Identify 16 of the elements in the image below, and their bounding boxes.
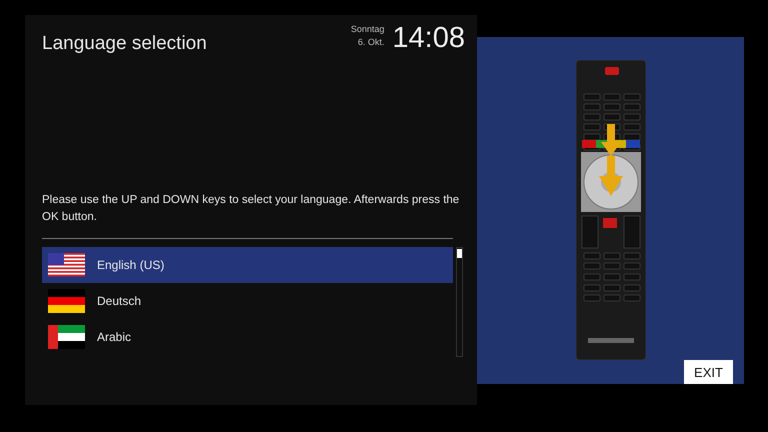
flag-icon xyxy=(48,325,85,349)
language-item[interactable]: Arabic xyxy=(42,319,453,355)
flag-icon xyxy=(48,253,85,277)
date-text: 6. Okt. xyxy=(358,36,384,49)
flag-icon xyxy=(48,289,85,313)
weekday-text: Sonntag xyxy=(350,23,384,36)
language-label: English (US) xyxy=(97,258,164,272)
language-label: Deutsch xyxy=(97,294,142,308)
instruction-text: Please use the UP and DOWN keys to select your language. Afterwards press the OK button. xyxy=(42,193,460,225)
language-item[interactable]: Deutsch xyxy=(42,283,453,319)
screen-title: Language selection xyxy=(42,33,207,55)
exit-button[interactable]: EXIT xyxy=(684,360,733,384)
clock-time: 14:08 xyxy=(392,21,465,55)
scrollbar[interactable] xyxy=(456,247,463,357)
language-label: Arabic xyxy=(97,330,132,344)
language-item[interactable]: English (US) xyxy=(42,247,453,283)
